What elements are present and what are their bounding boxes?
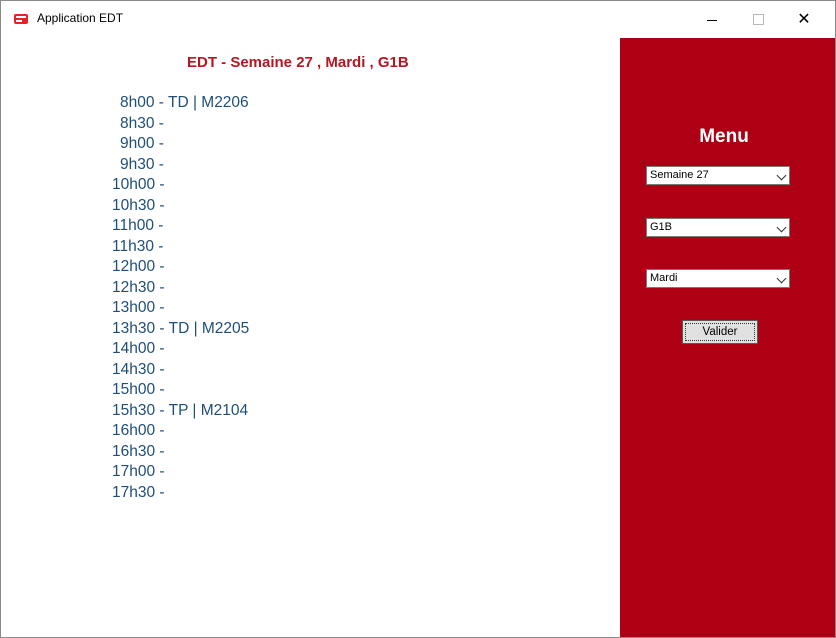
schedule-slot: 8h00 - TD | M2206 — [120, 94, 249, 111]
schedule-slot: 13h30 - TD | M2205 — [112, 319, 250, 337]
maximize-icon — [752, 13, 764, 25]
schedule-slot: 10h30 - — [112, 196, 165, 214]
schedule-slot: 9h00 - — [120, 135, 164, 152]
schedule-slot: 13h00 - — [112, 299, 165, 316]
maximize-button[interactable] — [735, 1, 781, 37]
schedule-slot: 16h30 - — [112, 442, 165, 460]
close-button[interactable]: ✕ — [781, 1, 827, 37]
week-select[interactable]: Semaine 27 — [646, 166, 790, 185]
close-icon: ✕ — [797, 9, 811, 28]
schedule-slot: 8h30 - — [120, 114, 164, 132]
group-select-value: G1B — [650, 221, 673, 233]
schedule-slot: 17h00 - — [112, 463, 165, 480]
schedule-slot: 12h00 - — [112, 258, 165, 275]
window-title: Application EDT — [37, 11, 124, 25]
schedule-slot: 12h30 - — [112, 278, 165, 296]
schedule-heading: EDT - Semaine 27 , Mardi , G1B — [187, 54, 409, 71]
menu-title: Menu — [699, 126, 749, 147]
chevron-down-icon — [776, 273, 787, 284]
chevron-down-icon — [776, 222, 787, 233]
schedule-slot: 11h00 - — [112, 217, 164, 234]
schedule-slot: 9h30 - — [120, 155, 164, 173]
schedule-slot: 15h30 - TP | M2104 — [112, 401, 249, 419]
sidebar-menu: Menu Semaine 27 G1B Mardi Valider — [620, 38, 835, 637]
schedule-slot: 14h00 - — [112, 340, 165, 357]
schedule-slot: 15h00 - — [112, 381, 165, 398]
group-select[interactable]: G1B — [646, 218, 790, 237]
application-window: Application EDT ✕ EDT - Semaine 27 , Mar… — [0, 0, 836, 638]
minimize-button[interactable] — [689, 1, 735, 37]
validate-button[interactable]: Valider — [682, 320, 758, 344]
schedule-slot: 17h30 - — [112, 483, 165, 501]
schedule-slot: 11h30 - — [112, 237, 164, 255]
day-select[interactable]: Mardi — [646, 269, 790, 288]
app-icon — [14, 14, 28, 24]
day-select-value: Mardi — [650, 272, 678, 284]
content-area: EDT - Semaine 27 , Mardi , G1B 8h00 - TD… — [1, 37, 835, 637]
minimize-icon — [707, 19, 717, 21]
schedule-slot: 10h00 - — [112, 176, 165, 193]
schedule-slot: 16h00 - — [112, 422, 165, 439]
schedule-slot: 14h30 - — [112, 360, 165, 378]
chevron-down-icon — [776, 170, 787, 181]
title-bar[interactable]: Application EDT ✕ — [1, 1, 835, 37]
week-select-value: Semaine 27 — [650, 169, 709, 181]
